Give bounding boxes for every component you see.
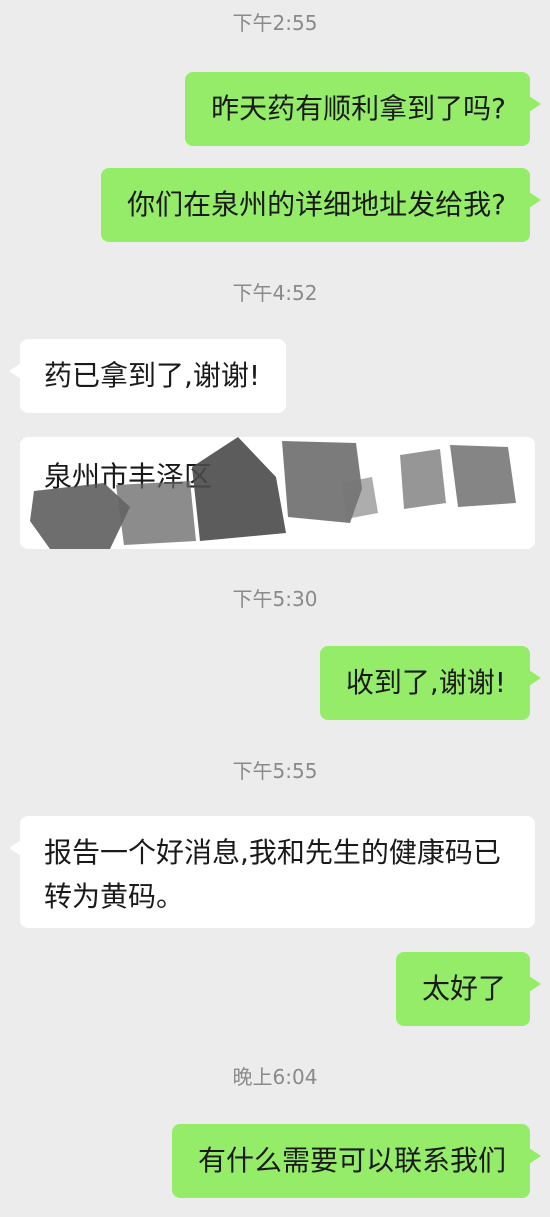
received-message-bubble[interactable]: 报告一个好消息,我和先生的健康码已转为黄码。 — [9, 816, 535, 928]
sent-message-bubble[interactable]: 收到了,谢谢! — [319, 646, 542, 720]
chat-timestamp: 下午5:30 — [232, 587, 318, 611]
chat-timestamp: 下午4:52 — [232, 281, 318, 305]
sent-message-bubble[interactable]: 昨天药有顺利拿到了吗? — [185, 72, 541, 146]
chat-timestamp: 晚上6:04 — [232, 1065, 318, 1089]
received-message-bubble[interactable]: 药已拿到了,谢谢! — [8, 339, 287, 413]
chat-timestamp: 下午5:55 — [232, 759, 318, 783]
sent-message-bubble[interactable]: 你们在泉州的详细地址发给我? — [101, 168, 541, 242]
received-address-bubble[interactable]: 泉州市丰泽区 — [20, 437, 535, 549]
redaction-scribble — [30, 437, 516, 549]
sent-message-bubble[interactable]: 太好了 — [395, 952, 542, 1026]
sent-message-bubble[interactable]: 有什么需要可以联系我们 — [171, 1124, 542, 1198]
chat-timestamp: 下午2:55 — [232, 11, 318, 35]
